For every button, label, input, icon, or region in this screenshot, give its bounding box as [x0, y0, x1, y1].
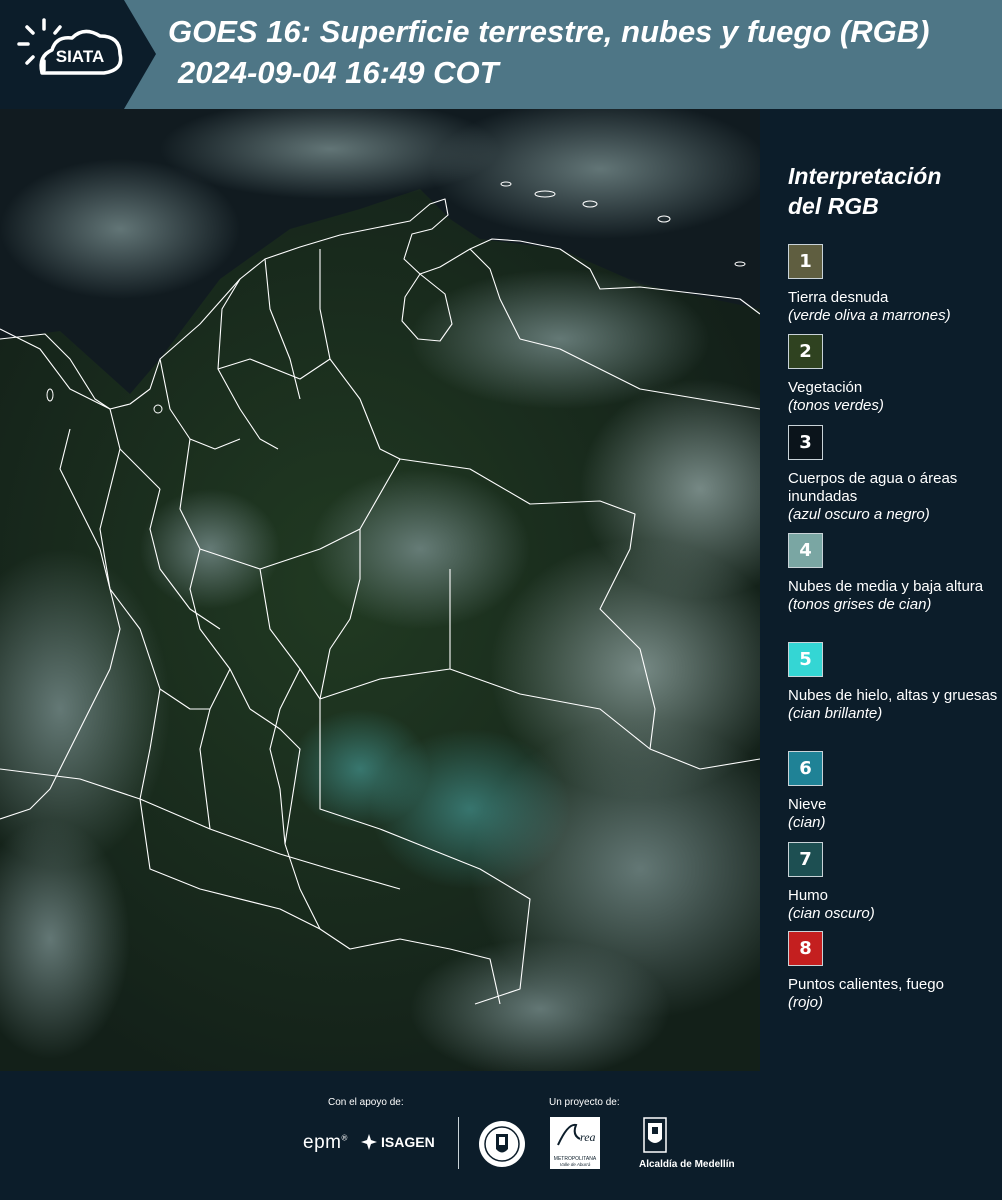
legend-swatch: 2 — [788, 334, 823, 369]
siata-logo-text: SIATA — [56, 47, 104, 66]
support-label: Con el apoyo de: — [328, 1097, 404, 1108]
legend-swatch: 4 — [788, 533, 823, 568]
legend-swatch: 7 — [788, 842, 823, 877]
isagen-logo: ISAGEN — [360, 1133, 435, 1151]
legend-item-label: Nieve — [788, 796, 827, 813]
legend-item-bare-land: 1 Tierra desnuda (verde oliva a marrones… — [788, 244, 998, 325]
legend-swatch: 5 — [788, 642, 823, 677]
footer: Con el apoyo de: Un proyecto de: epm® IS… — [0, 1071, 1002, 1200]
legend-item-note: (cian brillante) — [788, 705, 883, 722]
legend-item-note: (tonos grises de cian) — [788, 596, 932, 613]
rgb-legend: Interpretación del RGB 1 Tierra desnuda … — [760, 109, 1002, 1071]
timestamp: 2024-09-04 16:49 COT — [178, 55, 499, 90]
legend-title-line2: del RGB — [788, 193, 879, 219]
alcaldia-label: Alcaldía de Medellín — [639, 1159, 735, 1170]
header-bar: SIATA GOES 16: Superficie terrestre, nub… — [0, 0, 1002, 109]
legend-item-label: Tierra desnuda — [788, 289, 889, 306]
legend-item-label: Cuerpos de agua o áreas inundadas — [788, 470, 958, 505]
area-metropolitana-logo: rea METROPOLITANA Valle de Aburrá — [550, 1117, 600, 1169]
epm-logo: epm® — [303, 1132, 348, 1153]
satellite-map — [0, 109, 760, 1071]
footer-divider — [458, 1117, 459, 1169]
isagen-logo-text: ISAGEN — [381, 1134, 435, 1150]
legend-item-note: (azul oscuro a negro) — [788, 506, 930, 523]
legend-item-snow: 6 Nieve (cian) — [788, 751, 998, 832]
legend-item-smoke: 7 Humo (cian oscuro) — [788, 842, 998, 923]
legend-item-fire: 8 Puntos calientes, fuego (rojo) — [788, 931, 998, 1012]
legend-item-label: Humo — [788, 887, 829, 904]
page-title: GOES 16: Superficie terrestre, nubes y f… — [168, 14, 930, 49]
project-label: Un proyecto de: — [549, 1097, 620, 1108]
legend-item-label: Puntos calientes, fuego — [788, 976, 944, 993]
legend-item-ice-clouds: 5 Nubes de hielo, altas y gruesas (cian … — [788, 642, 998, 723]
alcaldia-shield-icon — [643, 1117, 667, 1158]
epm-logo-text: epm — [303, 1132, 342, 1153]
legend-item-low-clouds: 4 Nubes de media y baja altura (tonos gr… — [788, 533, 998, 614]
legend-title-line1: Interpretación — [788, 163, 942, 189]
legend-swatch: 8 — [788, 931, 823, 966]
legend-item-vegetation: 2 Vegetación (tonos verdes) — [788, 334, 998, 415]
siata-logo: SIATA — [0, 0, 156, 109]
legend-item-label: Nubes de media y baja altura — [788, 578, 984, 595]
legend-swatch: 6 — [788, 751, 823, 786]
area-metropolitana-mark: rea — [557, 1123, 596, 1146]
legend-item-note: (rojo) — [788, 994, 824, 1011]
legend-item-note: (verde oliva a marrones) — [788, 307, 951, 324]
svg-text:rea: rea — [580, 1130, 596, 1144]
legend-item-water: 3 Cuerpos de agua o áreas inundadas (azu… — [788, 425, 998, 524]
isagen-star-icon — [361, 1134, 377, 1150]
legend-swatch: 1 — [788, 244, 823, 279]
legend-item-label: Nubes de hielo, altas y gruesas — [788, 687, 998, 704]
legend-item-note: (tonos verdes) — [788, 397, 884, 414]
area-metropolitana-sub: Valle de Aburrá — [559, 1162, 591, 1167]
legend-item-label: Vegetación — [788, 379, 863, 396]
university-seal-icon — [477, 1119, 527, 1174]
legend-item-note: (cian oscuro) — [788, 905, 875, 922]
legend-title: Interpretación del RGB — [788, 161, 988, 221]
legend-swatch: 3 — [788, 425, 823, 460]
legend-item-note: (cian) — [788, 814, 826, 831]
